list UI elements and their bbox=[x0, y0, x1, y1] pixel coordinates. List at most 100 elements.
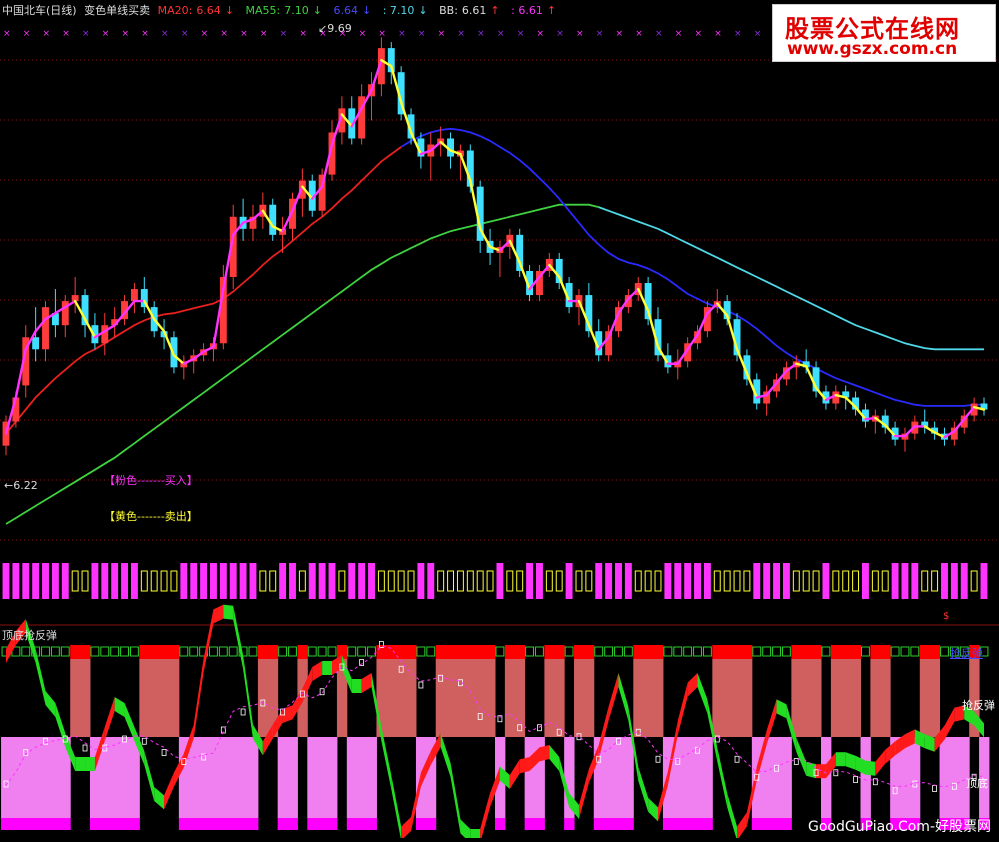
signal-bar bbox=[397, 570, 405, 592]
signal-bar bbox=[229, 563, 237, 599]
signal-bar bbox=[931, 570, 939, 592]
band-bottom-magenta bbox=[603, 818, 615, 830]
ma20-line-tail bbox=[400, 127, 984, 407]
ribbon-segment bbox=[104, 697, 115, 741]
band-bottom-magenta bbox=[564, 818, 575, 830]
signal-bar bbox=[407, 570, 415, 592]
band-top-red bbox=[830, 645, 842, 659]
up-arrow-icon: ↑ bbox=[490, 4, 500, 17]
lower-panel-title: 顶底抢反弹 bbox=[2, 629, 57, 642]
band-bottom-magenta bbox=[425, 818, 437, 830]
band-bottom-magenta bbox=[20, 818, 32, 830]
ma-value-4: : 7.10 bbox=[382, 4, 415, 17]
chart-svg[interactable]: ××××××××××××××××××××××××××××××××××××××××… bbox=[0, 0, 999, 842]
band-top-red bbox=[455, 645, 466, 659]
band-top-box bbox=[120, 646, 129, 657]
ribbon-segment bbox=[164, 772, 174, 810]
band-top-box bbox=[21, 646, 31, 657]
band-top-fill bbox=[475, 659, 486, 737]
band-top-red bbox=[554, 645, 565, 659]
signal-bar bbox=[526, 563, 534, 599]
signal-bar bbox=[832, 570, 840, 592]
signal-bar bbox=[190, 563, 198, 599]
band-bottom-fill bbox=[248, 737, 259, 818]
band-bottom-magenta bbox=[218, 818, 229, 830]
ribbon-segment bbox=[243, 655, 253, 739]
lower-candle bbox=[240, 708, 246, 716]
candle-body bbox=[32, 337, 40, 350]
ma20-line bbox=[5, 146, 402, 435]
band-top-fill bbox=[870, 659, 881, 737]
band-top-fill bbox=[149, 659, 160, 737]
down-arrow-icon: ↓ bbox=[224, 4, 235, 17]
band-top-fill bbox=[830, 659, 842, 737]
band-top-box bbox=[110, 646, 120, 657]
signal-line-segment bbox=[864, 416, 877, 421]
band-top-box bbox=[357, 646, 367, 657]
band-top-fill bbox=[722, 659, 733, 737]
band-bottom-fill bbox=[228, 737, 239, 818]
band-top-fill bbox=[741, 659, 753, 737]
signal-marker: × bbox=[714, 29, 722, 39]
band-bottom-fill bbox=[198, 737, 210, 818]
band-top-red bbox=[929, 645, 941, 659]
band-top-fill bbox=[880, 659, 891, 737]
band-top-fill bbox=[653, 659, 664, 737]
signal-bar bbox=[368, 563, 375, 599]
band-bottom-magenta bbox=[178, 818, 190, 830]
signal-bar bbox=[713, 570, 721, 592]
signal-marker: × bbox=[497, 29, 505, 39]
band-bottom-magenta bbox=[623, 818, 634, 830]
band-bottom-magenta bbox=[702, 818, 713, 830]
signal-bar bbox=[387, 570, 395, 592]
ribbon-segment bbox=[737, 812, 747, 841]
lower-candle bbox=[141, 737, 147, 745]
band-top-fill bbox=[455, 659, 466, 737]
lower-label-top: 抢反弹 bbox=[950, 647, 983, 660]
ribbon-segment bbox=[618, 673, 629, 721]
signal-bar bbox=[782, 563, 790, 599]
band-bottom-fill bbox=[860, 737, 871, 818]
ribbon-segment bbox=[727, 793, 738, 841]
signal-bar bbox=[170, 570, 178, 592]
band-bottom-magenta bbox=[415, 818, 427, 830]
band-top-box bbox=[129, 646, 139, 657]
signal-bar bbox=[624, 563, 632, 599]
ribbon-segment bbox=[193, 658, 204, 739]
band-top-box bbox=[495, 646, 505, 657]
band-bottom-fill bbox=[277, 737, 289, 818]
band-top-fill bbox=[840, 659, 852, 737]
ribbon-segment bbox=[687, 673, 698, 697]
band-top-box bbox=[288, 646, 297, 657]
signal-marker: × bbox=[477, 29, 485, 39]
signal-marker: × bbox=[23, 29, 31, 39]
signal-bar bbox=[970, 570, 978, 592]
band-top-box bbox=[604, 646, 614, 657]
band-bottom-fill bbox=[119, 737, 130, 818]
ribbon-segment bbox=[480, 793, 491, 842]
band-top-red bbox=[840, 645, 852, 659]
band-bottom-fill bbox=[356, 737, 368, 818]
ribbon-segment bbox=[875, 749, 886, 776]
ribbon-segment bbox=[944, 707, 955, 740]
dollar-marker: $ bbox=[943, 611, 950, 622]
chart-stage[interactable]: ××××××××××××××××××××××××××××××××××××××××… bbox=[0, 0, 999, 842]
band-bottom-magenta bbox=[287, 818, 298, 830]
signal-bar bbox=[565, 563, 573, 599]
signal-bar bbox=[674, 563, 682, 599]
band-top-fill bbox=[396, 659, 407, 737]
signal-bar bbox=[269, 570, 277, 592]
signal-bar bbox=[506, 570, 514, 592]
ribbon-segment bbox=[835, 752, 846, 767]
signal-marker: × bbox=[675, 29, 683, 39]
band-bottom-fill bbox=[524, 737, 536, 818]
signal-marker: × bbox=[43, 29, 51, 39]
signal-bar bbox=[535, 563, 543, 599]
signal-bar bbox=[773, 563, 781, 599]
band-bottom-magenta bbox=[198, 818, 210, 830]
bb-value-2: : 6.61 bbox=[511, 4, 543, 17]
band-top-box bbox=[525, 646, 535, 657]
band-top-box bbox=[940, 646, 949, 657]
band-top-red bbox=[919, 645, 931, 659]
band-top-red bbox=[267, 645, 279, 659]
